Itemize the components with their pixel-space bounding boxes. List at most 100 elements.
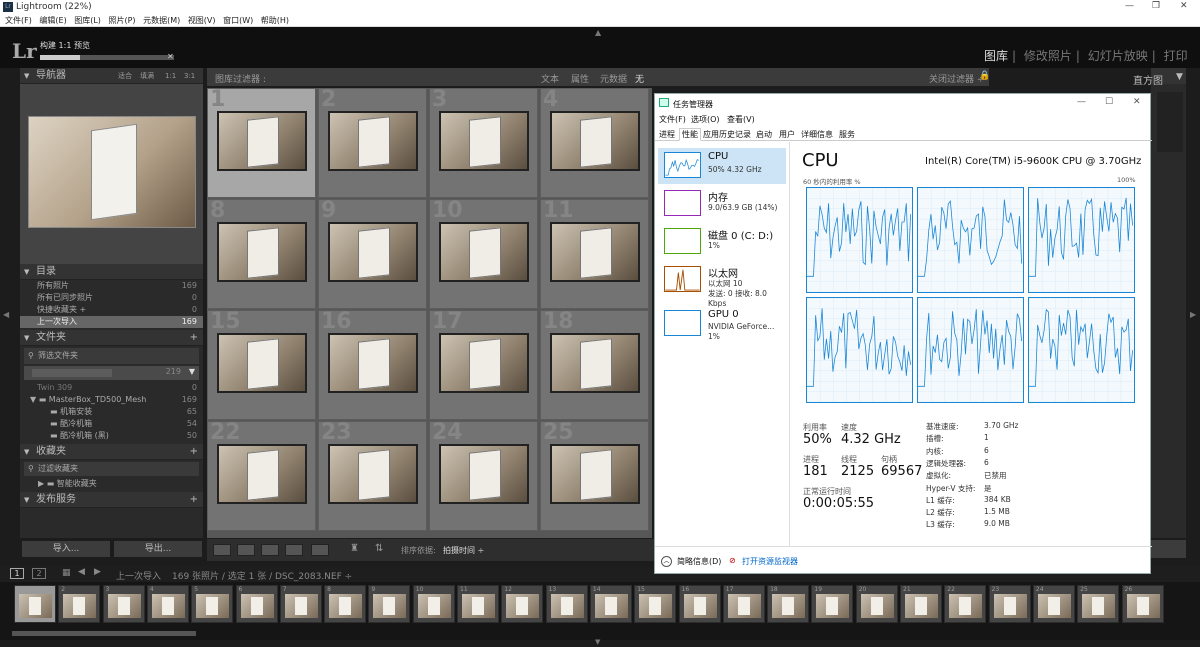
menu-photo[interactable]: 照片(P) bbox=[108, 15, 135, 26]
filmstrip-thumbnail[interactable]: 4 bbox=[146, 585, 189, 623]
filmstrip-thumbnail[interactable]: 17 bbox=[722, 585, 765, 623]
grid-cell[interactable]: 25 bbox=[540, 420, 649, 531]
filmstrip-thumbnail[interactable]: 12 bbox=[501, 585, 544, 623]
lock-icon[interactable]: 🔒 bbox=[979, 71, 990, 81]
menu-metadata[interactable]: 元数据(M) bbox=[143, 15, 180, 26]
screen-1-button[interactable]: 1 bbox=[10, 568, 24, 579]
close-filter-dropdown[interactable]: 关闭过滤器 ÷ bbox=[929, 72, 984, 85]
tab-performance[interactable]: 性能 bbox=[679, 128, 701, 141]
catalog-header[interactable]: ▼ 目录 bbox=[20, 264, 203, 280]
navigator-preview[interactable] bbox=[20, 84, 203, 264]
tm-menu-view[interactable]: 查看(V) bbox=[727, 114, 755, 125]
sync-button[interactable] bbox=[1151, 540, 1186, 558]
right-panel-toggle-icon[interactable]: ▶ bbox=[1190, 310, 1196, 319]
back-arrow-icon[interactable]: ◀ bbox=[78, 567, 85, 577]
filmstrip-thumbnail[interactable]: 25 bbox=[1077, 585, 1120, 623]
resource-ethernet[interactable]: 以太网 以太网 10 发送: 0 接收: 8.0 Kbps bbox=[658, 262, 786, 308]
tab-app-history[interactable]: 应用历史记录 bbox=[703, 129, 751, 140]
tab-services[interactable]: 服务 bbox=[839, 129, 855, 140]
filmstrip-thumbnail[interactable]: 26 bbox=[1121, 585, 1164, 623]
filmstrip-thumbnail[interactable]: 18 bbox=[767, 585, 810, 623]
grid-cell[interactable]: 17 bbox=[429, 309, 538, 420]
module-library[interactable]: 图库 bbox=[984, 49, 1008, 63]
spray-can-icon[interactable]: ♜ bbox=[350, 543, 359, 554]
add-publish-icon[interactable]: + bbox=[190, 492, 198, 508]
left-panel-toggle-icon[interactable]: ◀ bbox=[3, 310, 9, 319]
grid-cell[interactable]: 23 bbox=[318, 420, 427, 531]
folder-item[interactable]: Twin 309 0 bbox=[20, 382, 203, 394]
folder-item[interactable]: ▬ 机箱安装 65 bbox=[20, 406, 203, 418]
minimize-button[interactable]: — bbox=[1125, 1, 1134, 11]
tab-startup[interactable]: 启动 bbox=[756, 129, 772, 140]
add-folder-icon[interactable]: + bbox=[190, 330, 198, 346]
filmstrip-thumbnail[interactable]: 3 bbox=[102, 585, 145, 623]
filmstrip-thumbnail[interactable]: 15 bbox=[634, 585, 677, 623]
filmstrip-thumbnail[interactable]: 8 bbox=[324, 585, 367, 623]
survey-view-icon[interactable] bbox=[285, 544, 303, 556]
loupe-view-icon[interactable] bbox=[237, 544, 255, 556]
grid-cell[interactable]: 16 bbox=[318, 309, 427, 420]
filmstrip-thumbnail[interactable]: 7 bbox=[279, 585, 322, 623]
grid-cell[interactable]: 8 bbox=[207, 198, 316, 309]
grid-view-icon[interactable] bbox=[213, 544, 231, 556]
folder-item[interactable]: ▬ 酷冷机箱 54 bbox=[20, 418, 203, 430]
close-button[interactable]: ✕ bbox=[1180, 1, 1188, 11]
grid-cell[interactable]: 1 bbox=[207, 87, 316, 198]
resource-cpu[interactable]: CPU 50% 4.32 GHz bbox=[658, 148, 786, 184]
zoom-fit[interactable]: 适合 bbox=[118, 68, 132, 84]
folders-header[interactable]: ▼ 文件夹 + bbox=[20, 330, 203, 346]
compare-view-icon[interactable] bbox=[261, 544, 279, 556]
import-button[interactable]: 导入... bbox=[22, 541, 110, 557]
grid-icon[interactable]: ▦ bbox=[62, 568, 71, 578]
grid-cell[interactable]: 4 bbox=[540, 87, 649, 198]
sort-direction-icon[interactable]: ⇅ bbox=[375, 543, 383, 554]
folder-item[interactable]: ▼ ▬ MasterBox_TD500_Mesh 169 bbox=[20, 394, 203, 406]
screen-2-button[interactable]: 2 bbox=[32, 568, 46, 579]
catalog-item-quick[interactable]: 快捷收藏夹 + 0 bbox=[20, 304, 203, 316]
tm-menu-file[interactable]: 文件(F) bbox=[659, 114, 686, 125]
people-view-icon[interactable] bbox=[311, 544, 329, 556]
volume-bar[interactable]: 219 ▼ bbox=[24, 366, 199, 380]
menu-window[interactable]: 窗口(W) bbox=[223, 15, 253, 26]
collections-header[interactable]: ▼ 收藏夹 + bbox=[20, 444, 203, 460]
catalog-item-last-import[interactable]: 上一次导入 169 bbox=[20, 316, 203, 328]
tab-users[interactable]: 用户 bbox=[779, 129, 795, 140]
filmstrip-thumbnail[interactable]: 10 bbox=[412, 585, 455, 623]
publish-header[interactable]: ▼ 发布服务 + bbox=[20, 492, 203, 508]
tm-close-button[interactable]: ✕ bbox=[1133, 97, 1141, 107]
filter-none[interactable]: 无 bbox=[635, 72, 644, 85]
filmstrip-thumbnail[interactable]: 5 bbox=[191, 585, 234, 623]
filmstrip-scrollbar[interactable] bbox=[12, 631, 196, 636]
collection-filter-input[interactable]: ⚲ 过滤收藏夹 bbox=[24, 462, 199, 476]
resource-monitor-link[interactable]: 打开资源监视器 bbox=[742, 556, 798, 567]
tab-details[interactable]: 详细信息 bbox=[801, 129, 833, 140]
tm-menu-options[interactable]: 选项(O) bbox=[691, 114, 720, 125]
filmstrip-thumbnail[interactable]: 16 bbox=[678, 585, 721, 623]
tm-minimize-button[interactable]: — bbox=[1077, 97, 1086, 107]
grid-cell[interactable]: 15 bbox=[207, 309, 316, 420]
filmstrip-thumbnail[interactable]: 24 bbox=[1032, 585, 1075, 623]
filmstrip-thumbnail[interactable]: 14 bbox=[589, 585, 632, 623]
filmstrip-thumbnail[interactable]: 1 bbox=[14, 585, 56, 623]
filmstrip-thumbnail[interactable]: 9 bbox=[368, 585, 411, 623]
menu-library[interactable]: 图库(L) bbox=[74, 15, 101, 26]
forward-arrow-icon[interactable]: ▶ bbox=[94, 567, 101, 577]
folder-filter-input[interactable]: ⚲ 筛选文件夹 bbox=[24, 348, 199, 364]
grid-cell[interactable]: 9 bbox=[318, 198, 427, 309]
filmstrip-thumbnail[interactable]: 22 bbox=[944, 585, 987, 623]
histogram-collapse-icon[interactable]: ▼ bbox=[1176, 72, 1183, 82]
catalog-item-all[interactable]: 所有照片 169 bbox=[20, 280, 203, 292]
grid-cell[interactable]: 18 bbox=[540, 309, 649, 420]
sort-dropdown[interactable]: 拍摄时间 ÷ bbox=[443, 545, 484, 556]
filter-attribute[interactable]: 属性 bbox=[571, 72, 589, 85]
grid-cell[interactable]: 22 bbox=[207, 420, 316, 531]
filmstrip-thumbnail[interactable]: 2 bbox=[58, 585, 101, 623]
filmstrip-thumbnail[interactable]: 23 bbox=[988, 585, 1031, 623]
grid-cell[interactable]: 2 bbox=[318, 87, 427, 198]
filmstrip-thumbnail[interactable]: 19 bbox=[811, 585, 854, 623]
filmstrip-thumbnail[interactable]: 20 bbox=[855, 585, 898, 623]
grid-cell[interactable]: 3 bbox=[429, 87, 538, 198]
filmstrip-thumbnail[interactable]: 21 bbox=[900, 585, 942, 623]
top-panel-toggle-icon[interactable]: ▲ bbox=[595, 28, 601, 37]
grid-cell[interactable]: 24 bbox=[429, 420, 538, 531]
